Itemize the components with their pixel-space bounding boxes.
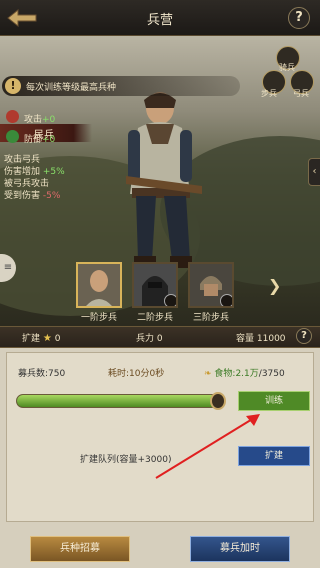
desc-line-4: 受到伤害 -5% — [4, 191, 61, 201]
unit-card-2[interactable] — [132, 262, 178, 308]
help-button[interactable]: ? — [288, 7, 310, 29]
soldier-illustration — [126, 92, 202, 268]
time-cost: 耗时:10分0秒 — [108, 369, 165, 379]
defense-stat: 防御+0 — [24, 135, 56, 145]
right-panel-handle[interactable]: ‹ — [308, 158, 320, 186]
attack-icon — [6, 110, 19, 123]
unit-card-3[interactable] — [188, 262, 234, 308]
attack-stat: 攻击+0 — [24, 115, 56, 125]
unit-label-2: 二阶步兵 — [136, 313, 173, 323]
barracks-scene: ! 每次训练等级最高兵种 骑兵 步兵 弓兵 民兵 攻击+0 防御+0 攻击弓兵 … — [0, 36, 320, 326]
banner-text: 每次训练等级最高兵种 — [26, 83, 117, 93]
infantry-label: 步兵 — [261, 89, 277, 98]
upgrade-icon: ! — [5, 78, 21, 94]
troop-count: 兵力 0 — [136, 334, 163, 344]
page-title: 兵营 — [146, 13, 173, 28]
pointer-arrow — [155, 414, 260, 479]
star-icon: ★ — [42, 333, 52, 344]
lock-icon — [164, 294, 176, 306]
unit-card-1[interactable] — [76, 262, 122, 308]
unit-label-3: 三阶步兵 — [192, 313, 229, 323]
food-cost: ❧ 食物:2.1万/3750 — [204, 369, 285, 379]
next-arrow-icon[interactable]: ❯ — [268, 276, 281, 295]
capacity: 容量 11000 — [236, 334, 286, 344]
unit-label-1: 一阶步兵 — [80, 313, 117, 323]
expand-level: 扩建 ★ 0 — [22, 333, 61, 344]
recruit-unit-type-button[interactable]: 兵种招募 — [30, 536, 130, 562]
recruit-count: 募兵数:750 — [18, 369, 66, 379]
food-icon: ❧ — [204, 369, 212, 379]
infantry-portrait-icon — [78, 264, 120, 306]
archer-label: 弓兵 — [293, 89, 309, 98]
info-help-button[interactable]: ? — [296, 328, 312, 344]
defense-icon — [6, 130, 19, 143]
recruit-speedup-button[interactable]: 募兵加时 — [190, 536, 290, 562]
top-bar: 兵营 ? — [0, 0, 320, 36]
lock-icon — [220, 294, 232, 306]
